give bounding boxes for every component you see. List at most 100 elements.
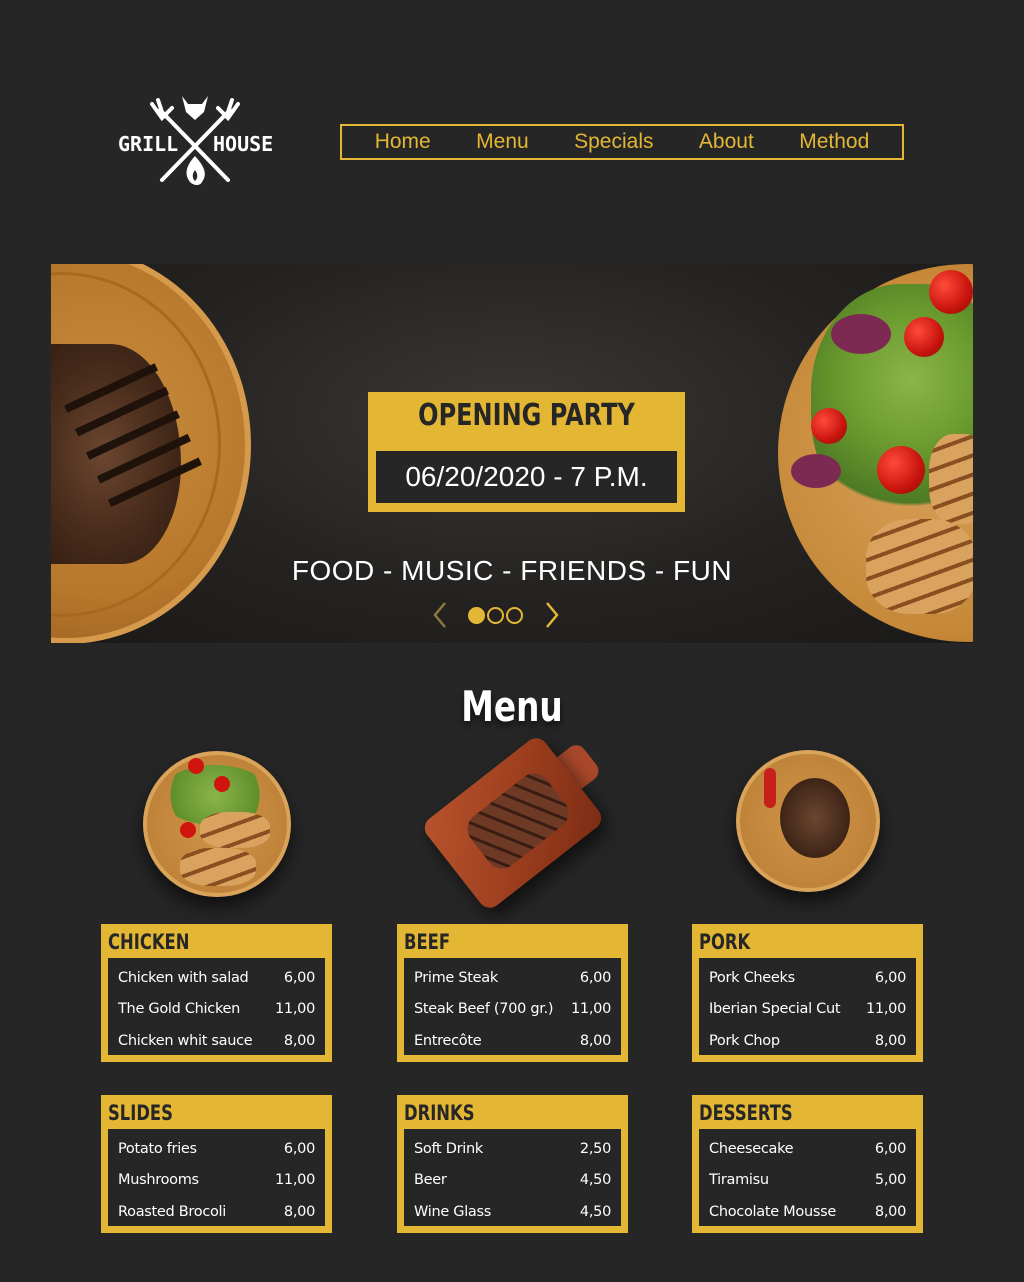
- item-name: Entrecôte: [414, 1032, 482, 1049]
- menu-item[interactable]: Steak Beef (700 gr.) 11,00: [414, 994, 611, 1026]
- menu-card-chicken: CHICKEN Chicken with salad 6,00 The Gold …: [101, 924, 332, 1062]
- item-price: 6,00: [874, 1140, 906, 1157]
- menu-item[interactable]: Beer 4,50: [414, 1165, 611, 1197]
- menu-item[interactable]: Tiramisu 5,00: [709, 1165, 906, 1197]
- item-name: The Gold Chicken: [118, 1001, 241, 1018]
- item-price: 11,00: [274, 1001, 315, 1018]
- card-items: Pork Cheeks 6,00 Iberian Special Cut 11,00…: [699, 958, 916, 1055]
- slide-dot-1[interactable]: [468, 607, 485, 624]
- menu-card-drinks: DRINKS Soft Drink 2,50 Beer 4,50 Wine Glas…: [397, 1095, 628, 1233]
- nav-menu[interactable]: Menu: [476, 130, 529, 154]
- tomato-image: [180, 822, 196, 838]
- card-items: Cheesecake 6,00 Tiramisu 5,00 Chocolate Mo…: [699, 1129, 916, 1226]
- nav-specials[interactable]: Specials: [574, 130, 653, 154]
- party-date: 06/20/2020 - 7 P.M.: [405, 461, 648, 492]
- grilled-chicken-image: [200, 812, 270, 848]
- menu-item[interactable]: Chocolate Mousse 8,00: [709, 1196, 906, 1228]
- item-price: 6,00: [874, 969, 906, 986]
- item-name: Tiramisu: [709, 1172, 769, 1189]
- card-title: CHICKEN: [108, 930, 190, 954]
- item-name: Chicken with salad: [118, 969, 249, 986]
- grilled-chicken-image: [929, 434, 973, 524]
- item-price: 4,50: [579, 1203, 611, 1220]
- item-name: Soft Drink: [414, 1140, 483, 1157]
- item-price: 8,00: [283, 1203, 315, 1220]
- card-title: SLIDES: [108, 1101, 173, 1125]
- menu-card-desserts: DESSERTS Cheesecake 6,00 Tiramisu 5,00 Cho…: [692, 1095, 923, 1233]
- card-title: DRINKS: [404, 1101, 475, 1125]
- slide-dot-2[interactable]: [487, 607, 504, 624]
- tomato-image: [188, 758, 204, 774]
- item-name: Chicken whit sauce: [118, 1032, 253, 1049]
- item-price: 8,00: [874, 1032, 906, 1049]
- menu-item[interactable]: Cheesecake 6,00: [709, 1133, 906, 1165]
- card-items: Chicken with salad 6,00 The Gold Chicken 1…: [108, 958, 325, 1055]
- menu-heading: Menu: [461, 682, 563, 731]
- hero-banner: OPENING PARTY 06/20/2020 - 7 P.M. FOOD -…: [51, 264, 973, 643]
- grilled-chicken-image: [180, 848, 256, 886]
- item-name: Beer: [414, 1172, 447, 1189]
- party-title: OPENING PARTY: [418, 398, 635, 433]
- menu-item[interactable]: Potato fries 6,00: [118, 1133, 315, 1165]
- slide-dot-3[interactable]: [506, 607, 523, 624]
- item-name: Roasted Brocoli: [118, 1203, 227, 1220]
- menu-item[interactable]: The Gold Chicken 11,00: [118, 994, 315, 1026]
- card-title: PORK: [699, 930, 751, 954]
- nav-method[interactable]: Method: [799, 130, 869, 154]
- menu-item[interactable]: Wine Glass 4,50: [414, 1196, 611, 1228]
- menu-item[interactable]: Chicken whit sauce 8,00: [118, 1025, 315, 1057]
- menu-item[interactable]: Entrecôte 8,00: [414, 1025, 611, 1057]
- item-price: 11,00: [865, 1001, 906, 1018]
- item-price: 5,00: [874, 1172, 906, 1189]
- pork-image: [780, 778, 850, 858]
- party-date-box: 06/20/2020 - 7 P.M.: [376, 451, 677, 503]
- menu-item[interactable]: Chicken with salad 6,00: [118, 962, 315, 994]
- main-nav: Home Menu Specials About Method: [340, 124, 904, 160]
- menu-item[interactable]: Pork Cheeks 6,00: [709, 962, 906, 994]
- chevron-left-icon[interactable]: [431, 601, 449, 629]
- opening-party-box: OPENING PARTY 06/20/2020 - 7 P.M.: [368, 392, 685, 512]
- cabbage-image: [791, 454, 841, 488]
- item-price: 8,00: [283, 1032, 315, 1049]
- item-price: 4,50: [579, 1172, 611, 1189]
- menu-item[interactable]: Pork Chop 8,00: [709, 1025, 906, 1057]
- menu-item[interactable]: Iberian Special Cut 11,00: [709, 994, 906, 1026]
- item-name: Cheesecake: [709, 1140, 794, 1157]
- tomato-image: [811, 408, 847, 444]
- slider-controls: [431, 597, 561, 633]
- item-price: 11,00: [274, 1172, 315, 1189]
- tomato-image: [214, 776, 230, 792]
- chevron-right-icon[interactable]: [543, 601, 561, 629]
- item-name: Wine Glass: [414, 1203, 492, 1220]
- item-price: 6,00: [283, 969, 315, 986]
- menu-item[interactable]: Prime Steak 6,00: [414, 962, 611, 994]
- logo-text-right: HOUSE: [213, 132, 274, 156]
- card-title: BEEF: [404, 930, 451, 954]
- item-name: Pork Chop: [709, 1032, 780, 1049]
- item-price: 8,00: [579, 1032, 611, 1049]
- tomato-image: [929, 270, 973, 314]
- item-name: Chocolate Mousse: [709, 1203, 836, 1220]
- card-items: Soft Drink 2,50 Beer 4,50 Wine Glass 4,50: [404, 1129, 621, 1226]
- item-name: Iberian Special Cut: [709, 1001, 841, 1018]
- menu-item[interactable]: Mushrooms 11,00: [118, 1165, 315, 1197]
- nav-home[interactable]: Home: [375, 130, 431, 154]
- item-price: 6,00: [283, 1140, 315, 1157]
- item-name: Pork Cheeks: [709, 969, 795, 986]
- menu-item[interactable]: Soft Drink 2,50: [414, 1133, 611, 1165]
- card-items: Prime Steak 6,00 Steak Beef (700 gr.) 11,0…: [404, 958, 621, 1055]
- item-name: Mushrooms: [118, 1172, 199, 1189]
- menu-item[interactable]: Roasted Brocoli 8,00: [118, 1196, 315, 1228]
- item-name: Steak Beef (700 gr.): [414, 1001, 554, 1018]
- item-name: Prime Steak: [414, 969, 498, 986]
- grill-house-logo[interactable]: GRILL HOUSE: [116, 94, 276, 190]
- card-title: DESSERTS: [699, 1101, 793, 1125]
- cabbage-image: [831, 314, 891, 354]
- nav-about[interactable]: About: [699, 130, 754, 154]
- item-price: 6,00: [579, 969, 611, 986]
- menu-card-slides: SLIDES Potato fries 6,00 Mushrooms 11,00 R…: [101, 1095, 332, 1233]
- tomato-image: [904, 317, 944, 357]
- item-price: 11,00: [570, 1001, 611, 1018]
- tomato-image: [877, 446, 925, 494]
- item-price: 2,50: [579, 1140, 611, 1157]
